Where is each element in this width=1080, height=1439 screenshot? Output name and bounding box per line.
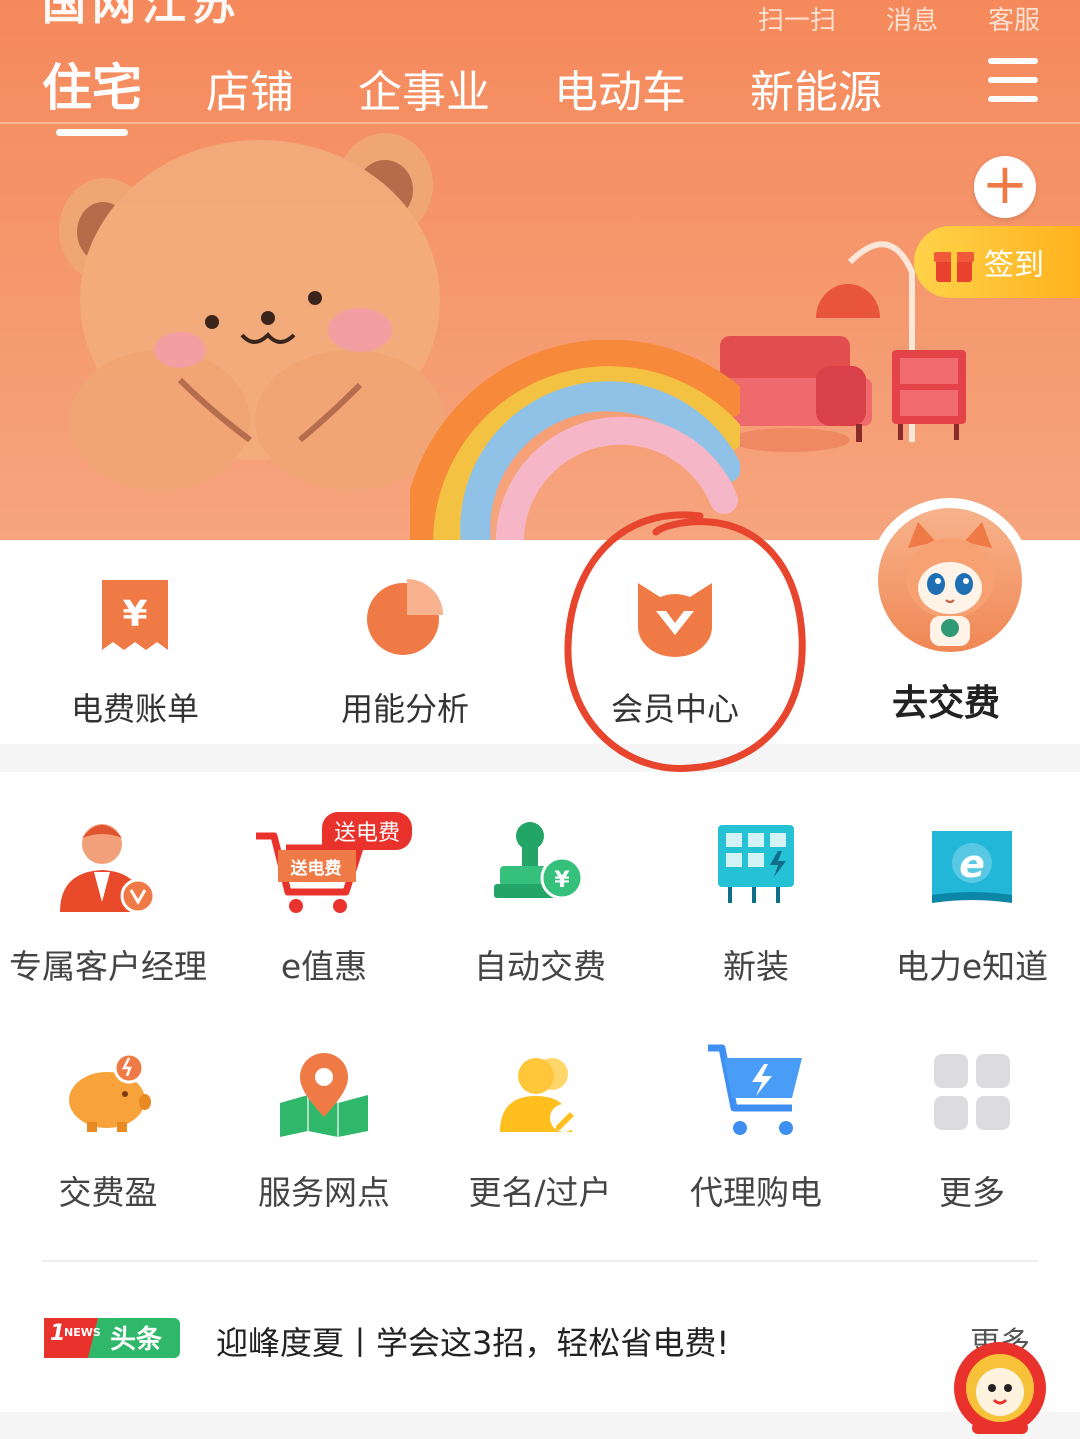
- grid-label: 更名/过户: [468, 1173, 612, 1212]
- add-icon[interactable]: +: [974, 156, 1036, 218]
- grid-label: 电力e知道: [895, 947, 1049, 986]
- grid-label: 服务网点: [258, 1173, 390, 1212]
- new-install-icon: [718, 825, 794, 903]
- grid-item-pay-profit[interactable]: 交费盈: [0, 1042, 216, 1214]
- pay-mascot-ring: [868, 498, 1032, 662]
- grid-label: e值惠: [280, 947, 368, 986]
- energy-analysis-label: 用能分析: [340, 690, 469, 728]
- grid-item-auto-pay[interactable]: ¥ 自动交费: [432, 816, 648, 988]
- grid-label: 代理购电: [690, 1173, 822, 1212]
- grid-item-service-points[interactable]: 服务网点: [216, 1042, 432, 1214]
- service-grid: 专属客户经理 送电费 送电费 e值惠 ¥ 自动交费 新装 e 电力e知道 交费盈…: [0, 772, 1080, 1412]
- fox-mascot-icon: [906, 522, 994, 646]
- grid-item-agent-purchase[interactable]: 代理购电: [648, 1042, 864, 1214]
- cart-promo-text: 送电费: [291, 858, 342, 879]
- grid-item-e-value[interactable]: 送电费 送电费 e值惠: [216, 812, 432, 988]
- auto-pay-stamp-icon: ¥: [494, 822, 584, 900]
- bill-icon: ¥: [102, 580, 168, 650]
- bear-sticker: [59, 133, 445, 490]
- cabinet-illustration: [892, 350, 966, 440]
- user-rename-icon: [500, 1058, 578, 1132]
- grid-label: 专属客户经理: [9, 947, 207, 986]
- svg-text:¥: ¥: [554, 868, 570, 893]
- signin-label: 签到: [984, 248, 1044, 283]
- more-grid-icon: [934, 1054, 1010, 1130]
- lion-mascot-icon[interactable]: [942, 1332, 1058, 1436]
- grid-item-e-knowledge[interactable]: e 电力e知道: [864, 816, 1080, 988]
- grid-label: 新装: [723, 947, 789, 986]
- piggy-bank-icon: [69, 1052, 151, 1132]
- grid-label: 更多: [939, 1173, 1005, 1212]
- pie-chart-icon: [367, 579, 443, 655]
- power-cart-icon: [708, 1044, 802, 1135]
- annotation-circle: [564, 511, 806, 772]
- account-manager-icon: [60, 824, 156, 914]
- gift-icon: [934, 244, 974, 282]
- energy-analysis-entry[interactable]: 用能分析: [270, 572, 540, 730]
- news-headline[interactable]: 迎峰度夏丨学会这3招，轻松省电费!: [216, 1318, 729, 1364]
- grid-item-more[interactable]: 更多: [864, 1042, 1080, 1214]
- news-divider: [42, 1260, 1038, 1262]
- pay-label: 去交费: [891, 683, 1000, 724]
- news-badge-label: 头条: [110, 1325, 163, 1355]
- bill-label: 电费账单: [70, 690, 199, 728]
- signin-button[interactable]: 签到: [914, 226, 1080, 298]
- grid-label: 自动交费: [474, 947, 606, 986]
- map-pin-icon: [280, 1053, 368, 1137]
- promo-badge: 送电费: [322, 812, 413, 850]
- mascot-avatar: [878, 508, 1022, 652]
- grid-item-new-install[interactable]: 新装: [648, 816, 864, 988]
- news-badge-small: NEWS: [64, 1326, 101, 1339]
- grid-item-rename-transfer[interactable]: 更名/过户: [432, 1042, 648, 1214]
- bill-entry[interactable]: ¥ 电费账单: [0, 572, 270, 730]
- headline-badge: 1 NEWS 头条: [44, 1318, 180, 1358]
- e-book-icon: e: [932, 831, 1012, 903]
- grid-label: 交费盈: [58, 1173, 158, 1212]
- pay-button[interactable]: 去交费: [812, 498, 1080, 744]
- svg-text:e: e: [959, 842, 985, 886]
- svg-text:¥: ¥: [122, 594, 147, 635]
- grid-item-account-manager[interactable]: 专属客户经理: [0, 816, 216, 988]
